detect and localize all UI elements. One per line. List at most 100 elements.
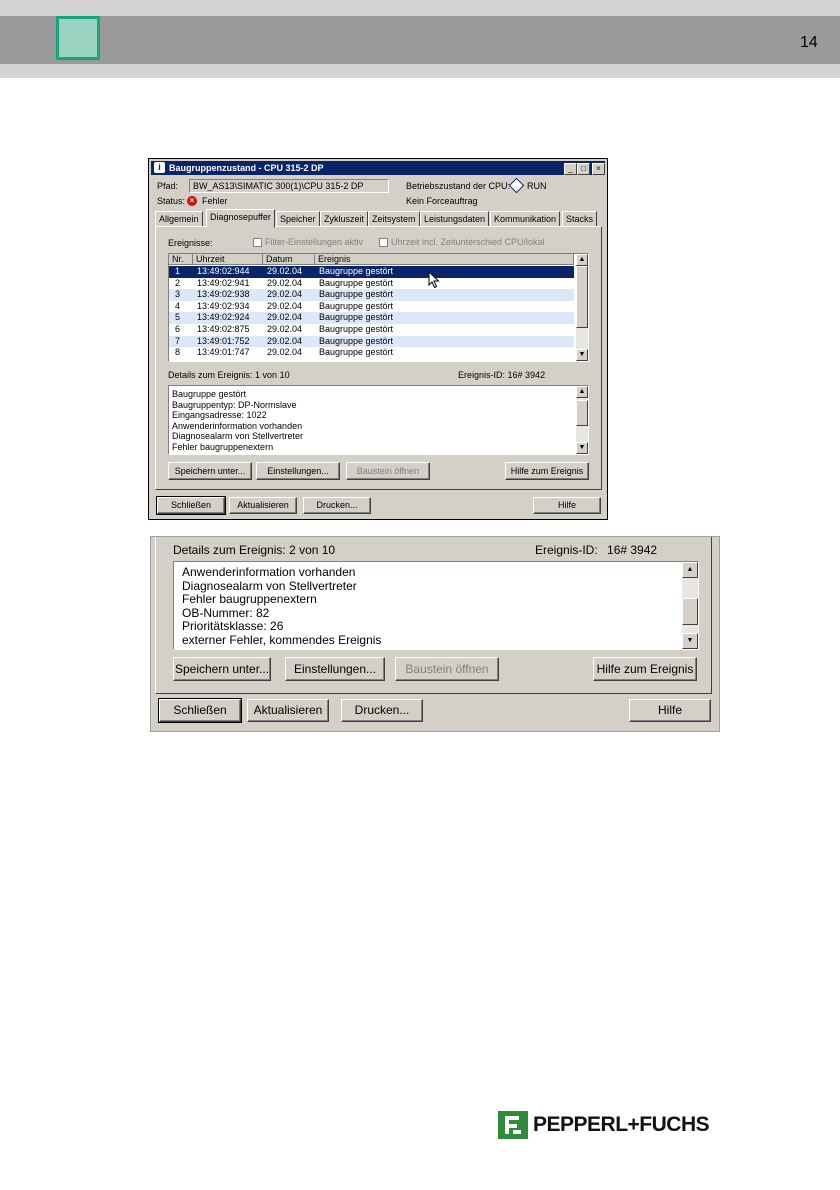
scroll-up-icon[interactable]: ▲ bbox=[576, 254, 588, 266]
row-time: 13:49:02:941 bbox=[197, 277, 250, 288]
maximize-button[interactable]: □ bbox=[577, 163, 590, 175]
cpu-mode-label: Betriebszustand der CPU: bbox=[406, 181, 511, 191]
scroll-down-icon[interactable]: ▼ bbox=[576, 442, 588, 454]
logo-icon bbox=[498, 1111, 528, 1139]
open-block-button[interactable]: Baustein öffnen bbox=[346, 462, 430, 480]
table-row[interactable]: 7 13:49:01:752 29.02.04 Baugruppe gestör… bbox=[169, 335, 574, 348]
table-row[interactable]: 1 13:49:02:944 29.02.04 Baugruppe gestör… bbox=[169, 266, 574, 278]
column-ereignis[interactable]: Ereignis bbox=[315, 254, 574, 265]
settings-button[interactable]: Einstellungen... bbox=[285, 657, 385, 681]
table-row[interactable]: 2 13:49:02:941 29.02.04 Baugruppe gestör… bbox=[169, 278, 574, 290]
tab-diagnosepuffer[interactable]: Diagnosepuffer bbox=[206, 209, 275, 228]
event-details-zoom: Details zum Ereignis: 2 von 10 Ereignis-… bbox=[150, 536, 720, 732]
event-help-button[interactable]: Hilfe zum Ereignis bbox=[505, 462, 589, 480]
column-uhrzeit[interactable]: Uhrzeit bbox=[193, 254, 263, 265]
row-nr: 4 bbox=[175, 300, 181, 311]
details-textbox[interactable]: Anwenderinformation vorhanden Diagnoseal… bbox=[173, 561, 699, 650]
tab-zykluszeit[interactable]: Zykluszeit bbox=[320, 211, 369, 227]
column-nr[interactable]: Nr. bbox=[169, 254, 193, 265]
row-event: Baugruppe gestört bbox=[319, 289, 394, 300]
window-title: Baugruppenzustand - CPU 315-2 DP bbox=[169, 163, 324, 173]
filter-checkbox[interactable]: Filter-Einstellungen aktiv bbox=[253, 237, 363, 248]
status-value: Fehler bbox=[202, 196, 228, 206]
tab-allgemein[interactable]: Allgemein bbox=[155, 211, 203, 227]
details-scrollbar[interactable]: ▲ ▼ bbox=[576, 386, 588, 454]
row-nr: 6 bbox=[175, 324, 181, 334]
column-datum[interactable]: Datum bbox=[263, 254, 315, 265]
row-date: 29.02.04 bbox=[267, 266, 303, 276]
tab-zeitsystem[interactable]: Zeitsystem bbox=[368, 211, 420, 227]
minimize-button[interactable]: _ bbox=[564, 163, 577, 175]
info-icon: i bbox=[154, 162, 165, 173]
path-label: Pfad: bbox=[157, 181, 179, 191]
scroll-up-icon[interactable]: ▲ bbox=[576, 386, 588, 398]
scroll-thumb[interactable] bbox=[682, 598, 698, 625]
row-date: 29.02.04 bbox=[267, 347, 303, 358]
row-nr: 3 bbox=[175, 289, 181, 300]
tab-leistungsdaten[interactable]: Leistungsdaten bbox=[420, 211, 490, 227]
event-help-button[interactable]: Hilfe zum Ereignis bbox=[593, 657, 697, 681]
table-row[interactable]: 8 13:49:01:747 29.02.04 Baugruppe gestör… bbox=[169, 347, 574, 359]
header-band bbox=[0, 16, 840, 64]
detail-line: Anwenderinformation vorhanden bbox=[172, 420, 303, 431]
tab-speicher[interactable]: Speicher bbox=[276, 211, 320, 227]
row-event: Baugruppe gestört bbox=[319, 266, 394, 276]
refresh-button[interactable]: Aktualisieren bbox=[229, 497, 297, 514]
scroll-thumb[interactable] bbox=[576, 400, 588, 426]
table-row[interactable]: 4 13:49:02:934 29.02.04 Baugruppe gestör… bbox=[169, 301, 574, 313]
time-diff-checkbox[interactable]: Uhrzeit incl. Zeitunterschied CPU/lokal bbox=[379, 237, 545, 248]
chapter-marker bbox=[56, 16, 100, 60]
status-label: Status: bbox=[157, 196, 186, 206]
row-event: Baugruppe gestört bbox=[319, 347, 394, 358]
row-event: Baugruppe gestört bbox=[319, 335, 394, 346]
details-textbox[interactable]: Baugruppe gestört Baugruppentyp: DP-Norm… bbox=[168, 385, 589, 455]
table-row[interactable]: 5 13:49:02:924 29.02.04 Baugruppe gestör… bbox=[169, 312, 574, 324]
settings-button[interactable]: Einstellungen... bbox=[256, 462, 340, 480]
mouse-cursor-icon bbox=[428, 271, 440, 289]
table-row[interactable]: 6 13:49:02:875 29.02.04 Baugruppe gestör… bbox=[169, 324, 574, 336]
events-label: Ereignisse: bbox=[168, 238, 213, 248]
event-id-value: 16# 3942 bbox=[607, 543, 658, 557]
scroll-down-icon[interactable]: ▼ bbox=[682, 633, 698, 649]
row-time: 13:49:02:938 bbox=[197, 289, 250, 300]
force-status: Kein Forceauftrag bbox=[406, 196, 478, 206]
save-as-button[interactable]: Speichern unter... bbox=[168, 462, 252, 480]
detail-line: Diagnosealarm von Stellvertreter bbox=[172, 431, 304, 441]
scroll-thumb[interactable] bbox=[576, 266, 588, 328]
row-nr: 7 bbox=[175, 335, 181, 346]
details-label-text: Details zum Ereignis: bbox=[168, 370, 253, 380]
close-button[interactable]: Schließen bbox=[156, 496, 226, 515]
row-date: 29.02.04 bbox=[267, 277, 303, 288]
details-scrollbar[interactable]: ▲ ▼ bbox=[682, 562, 698, 649]
print-button[interactable]: Drucken... bbox=[303, 497, 371, 514]
table-row[interactable]: 3 13:49:02:938 29.02.04 Baugruppe gestör… bbox=[169, 289, 574, 301]
row-time: 13:49:02:875 bbox=[197, 324, 250, 334]
tab-stacks[interactable]: Stacks bbox=[562, 211, 598, 227]
scroll-down-icon[interactable]: ▼ bbox=[576, 349, 588, 361]
print-button[interactable]: Drucken... bbox=[341, 699, 423, 722]
help-button[interactable]: Hilfe bbox=[629, 699, 711, 722]
event-id-label: Ereignis-ID: bbox=[535, 543, 598, 557]
scroll-up-icon[interactable]: ▲ bbox=[682, 562, 698, 578]
refresh-button[interactable]: Aktualisieren bbox=[247, 699, 329, 722]
event-list-scrollbar[interactable]: ▲ ▼ bbox=[576, 254, 588, 361]
error-icon: × bbox=[187, 195, 197, 206]
detail-line: Diagnosealarm von Stellvertreter bbox=[182, 578, 357, 593]
close-button[interactable]: Schließen bbox=[158, 698, 242, 723]
details-label: Details zum Ereignis: 2 von 10 bbox=[173, 543, 335, 557]
event-id-value: 16# 3942 bbox=[507, 370, 546, 380]
row-time: 13:49:02:924 bbox=[197, 312, 250, 323]
module-status-dialog: i Baugruppenzustand - CPU 315-2 DP _ □ ×… bbox=[148, 158, 608, 520]
close-window-button[interactable]: × bbox=[592, 163, 605, 175]
open-block-button[interactable]: Baustein öffnen bbox=[395, 657, 499, 681]
row-time: 13:49:01:752 bbox=[197, 335, 250, 346]
save-as-button[interactable]: Speichern unter... bbox=[173, 657, 271, 681]
header-band-top bbox=[0, 0, 840, 16]
row-nr: 8 bbox=[175, 347, 181, 358]
row-date: 29.02.04 bbox=[267, 300, 303, 311]
detail-line: Baugruppe gestört bbox=[172, 389, 247, 399]
row-nr: 2 bbox=[175, 277, 181, 288]
help-button[interactable]: Hilfe bbox=[533, 497, 601, 514]
tab-kommunikation[interactable]: Kommunikation bbox=[490, 211, 561, 227]
event-list[interactable]: Nr. Uhrzeit Datum Ereignis 1 13:49:02:94… bbox=[168, 253, 589, 362]
